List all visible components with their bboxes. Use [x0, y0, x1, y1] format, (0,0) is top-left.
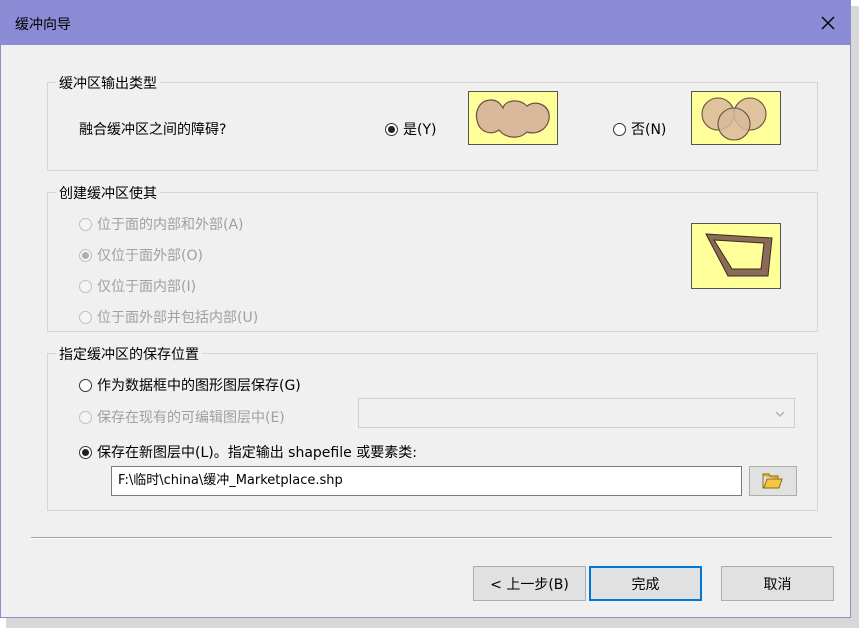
inside-only-label: 仅位于面内部(I): [97, 279, 197, 295]
cancel-button[interactable]: 取消: [721, 566, 834, 601]
outside-buffer-icon: [705, 233, 773, 277]
finish-button-label: 完成: [631, 576, 660, 593]
radio-indicator: [79, 279, 92, 293]
dissolve-question-label: 融合缓冲区之间的障碍?: [79, 122, 227, 138]
radio-indicator: [79, 445, 92, 459]
window-title: 缓冲向导: [15, 17, 71, 33]
radio-indicator: [385, 122, 398, 136]
dissolve-yes-radio[interactable]: 是(Y): [385, 119, 436, 139]
dissolved-buffer-icon: [475, 99, 550, 138]
dissolve-no-radio[interactable]: 否(N): [613, 119, 666, 139]
overlapping-buffer-icon: [701, 97, 767, 141]
radio-indicator: [79, 378, 92, 392]
radio-indicator: [79, 310, 92, 324]
outside-including-inside-label: 位于面外部并包括内部(U): [97, 310, 259, 326]
close-icon[interactable]: [816, 11, 840, 35]
outside-only-radio[interactable]: 仅位于面外部(O): [79, 245, 203, 265]
inside-and-outside-label: 位于面的内部和外部(A): [97, 217, 244, 233]
polygon-buffer-group-title: 创建缓冲区使其: [56, 183, 160, 203]
back-button[interactable]: < 上一步(B): [473, 566, 586, 601]
dissolved-buffer-preview: [468, 91, 558, 145]
dissolve-yes-label: 是(Y): [403, 122, 437, 138]
outside-including-inside-radio[interactable]: 位于面外部并包括内部(U): [79, 307, 258, 327]
outside-buffer-preview: [691, 223, 781, 289]
save-new-layer-label: 保存在新图层中(L)。指定输出 shapefile 或要素类:: [97, 445, 417, 461]
inside-only-radio[interactable]: 仅位于面内部(I): [79, 276, 196, 296]
radio-indicator: [79, 217, 92, 231]
footer-divider: [31, 537, 832, 539]
cancel-button-label: 取消: [763, 576, 792, 593]
open-folder-icon: [762, 473, 783, 489]
radio-indicator: [79, 248, 92, 262]
browse-button[interactable]: [749, 466, 797, 496]
save-location-group-title: 指定缓冲区的保存位置: [56, 344, 202, 364]
finish-button[interactable]: 完成: [589, 566, 702, 601]
radio-indicator: [79, 410, 92, 424]
output-path-value: F:\临时\china\缓冲_Marketplace.shp: [118, 473, 343, 488]
save-existing-layer-radio[interactable]: 保存在现有的可编辑图层中(E): [79, 407, 285, 427]
save-as-graphics-label: 作为数据框中的图形图层保存(G): [97, 378, 301, 394]
buffer-wizard-dialog: 缓冲向导 缓冲区输出类型 融合缓冲区之间的障碍? 是(Y) 否(N) 创建缓冲区…: [0, 0, 851, 618]
inside-and-outside-radio[interactable]: 位于面的内部和外部(A): [79, 214, 244, 234]
title-bar[interactable]: 缓冲向导: [1, 1, 850, 45]
back-button-label: < 上一步(B): [490, 576, 569, 593]
overlapping-buffer-preview: [691, 91, 781, 145]
save-new-layer-radio[interactable]: 保存在新图层中(L)。指定输出 shapefile 或要素类:: [79, 442, 417, 462]
save-existing-layer-label: 保存在现有的可编辑图层中(E): [97, 410, 285, 426]
dissolve-no-label: 否(N): [631, 122, 667, 138]
output-path-field[interactable]: F:\临时\china\缓冲_Marketplace.shp: [111, 466, 742, 496]
output-type-group-title: 缓冲区输出类型: [56, 73, 160, 93]
radio-indicator: [613, 122, 626, 136]
outside-only-label: 仅位于面外部(O): [97, 248, 203, 264]
existing-layer-dropdown[interactable]: [358, 398, 795, 428]
chevron-down-icon: [775, 411, 785, 418]
save-as-graphics-radio[interactable]: 作为数据框中的图形图层保存(G): [79, 375, 301, 395]
